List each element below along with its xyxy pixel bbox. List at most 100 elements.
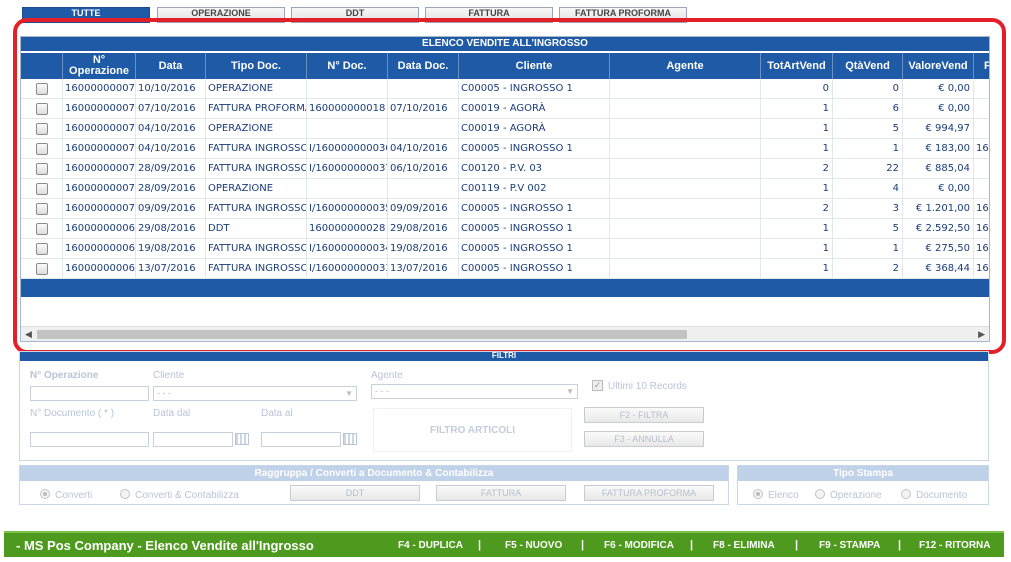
calendar-icon[interactable] xyxy=(235,433,249,445)
cell-n-doc: I/160000000035 xyxy=(306,199,387,219)
table-row[interactable]: 160000000073 04/10/2016 FATTURA INGROSSO… xyxy=(21,139,989,159)
col-n-doc[interactable]: N° Doc. xyxy=(306,53,387,79)
row-checkbox[interactable] xyxy=(36,103,48,115)
scroll-left-icon[interactable]: ◀ xyxy=(25,329,32,340)
col-qtavend[interactable]: QtàVend xyxy=(832,53,902,79)
row-checkbox[interactable] xyxy=(36,203,48,215)
row-checkbox[interactable] xyxy=(36,263,48,275)
filtra-button[interactable]: F2 - FILTRA xyxy=(584,407,704,423)
cell-tipo-doc: FATTURA INGROSSO xyxy=(205,259,306,279)
converti-contabilizza-radio[interactable] xyxy=(120,489,130,499)
col-totartvend[interactable]: TotArtVend xyxy=(760,53,832,79)
col-n-operazione[interactable]: N° Operazione xyxy=(62,53,135,79)
table-row[interactable]: 160000000072 28/09/2016 FATTURA INGROSSO… xyxy=(21,159,989,179)
calendar-icon[interactable] xyxy=(343,433,357,445)
row-checkbox[interactable] xyxy=(36,243,48,255)
sales-grid: ELENCO VENDITE ALL'INGROSSO N° Operazion… xyxy=(20,36,990,342)
ultimi-10-label: Ultimi 10 Records xyxy=(608,381,687,392)
col-p[interactable]: P xyxy=(973,53,989,79)
col-tipo-doc[interactable]: Tipo Doc. xyxy=(205,53,306,79)
col-valorevend[interactable]: ValoreVend xyxy=(902,53,973,79)
elimina-key[interactable]: F8 - ELIMINA xyxy=(713,540,775,551)
table-row[interactable]: 160000000076 07/10/2016 FATTURA PROFORMA… xyxy=(21,99,989,119)
cell-data-doc: 29/08/2016 xyxy=(387,219,458,239)
nuovo-key[interactable]: F5 - NUOVO xyxy=(505,540,562,551)
row-checkbox[interactable] xyxy=(36,123,48,135)
row-checkbox[interactable] xyxy=(36,83,48,95)
agente-select[interactable]: - - - ▼ xyxy=(371,384,578,399)
tab-operazione[interactable]: OPERAZIONE xyxy=(157,7,285,23)
data-dal-input[interactable] xyxy=(153,432,233,447)
cell-data-doc xyxy=(387,119,458,139)
converti-radio[interactable] xyxy=(40,489,50,499)
duplica-key[interactable]: F4 - DUPLICA xyxy=(398,540,463,551)
separator: | xyxy=(690,539,694,551)
annulla-button[interactable]: F3 - ANNULLA xyxy=(584,431,704,447)
tab-fattura[interactable]: FATTURA xyxy=(425,7,553,23)
chevron-down-icon: ▼ xyxy=(566,387,574,396)
cell-qtavend: 1 xyxy=(832,139,902,159)
fattura-proforma-button[interactable]: FATTURA PROFORMA xyxy=(584,485,714,501)
scrollbar-thumb[interactable] xyxy=(37,330,687,339)
cell-n-doc: I/160000000037 xyxy=(306,159,387,179)
col-cliente[interactable]: Cliente xyxy=(458,53,609,79)
cell-data: 07/10/2016 xyxy=(135,99,205,119)
col-data-doc[interactable]: Data Doc. xyxy=(387,53,458,79)
table-row[interactable]: 160000000069 29/08/2016 DDT 160000000028… xyxy=(21,219,989,239)
cell-valorevend: € 0,00 xyxy=(902,179,973,199)
stampa-key[interactable]: F9 - STAMPA xyxy=(819,540,880,551)
documento-radio[interactable] xyxy=(901,489,911,499)
cell-n-operazione: 160000000072 xyxy=(62,159,135,179)
ritorna-key[interactable]: F12 - RITORNA xyxy=(919,540,991,551)
cell-cliente: C00005 - INGROSSO 1 xyxy=(458,199,609,219)
ultimi-10-checkbox[interactable]: ✓ xyxy=(592,380,603,391)
cell-cliente: C00019 - AGORÀ xyxy=(458,99,609,119)
cell-cliente: C00005 - INGROSSO 1 xyxy=(458,139,609,159)
cell-totartvend: 2 xyxy=(760,199,832,219)
separator: | xyxy=(581,539,585,551)
cell-agente xyxy=(609,119,760,139)
operazione-radio[interactable] xyxy=(815,489,825,499)
cell-n-operazione: 160000000062 xyxy=(62,259,135,279)
cell-data: 28/09/2016 xyxy=(135,179,205,199)
horizontal-scrollbar[interactable]: ◀ ▶ xyxy=(21,326,989,341)
table-row[interactable]: 160000000075 04/10/2016 OPERAZIONE C0001… xyxy=(21,119,989,139)
row-checkbox[interactable] xyxy=(36,223,48,235)
cell-tipo-doc: DDT xyxy=(205,219,306,239)
grid-title: ELENCO VENDITE ALL'INGROSSO xyxy=(21,37,989,51)
cell-qtavend: 2 xyxy=(832,259,902,279)
separator: | xyxy=(478,539,482,551)
tab-fattura-proforma[interactable]: FATTURA PROFORMA xyxy=(559,7,687,23)
n-documento-input[interactable] xyxy=(30,432,149,447)
cell-p: 16 xyxy=(973,199,989,219)
n-operazione-input[interactable] xyxy=(30,386,149,401)
row-checkbox[interactable] xyxy=(36,143,48,155)
col-agente[interactable]: Agente xyxy=(609,53,760,79)
modifica-key[interactable]: F6 - MODIFICA xyxy=(604,540,674,551)
raggruppa-title: Raggruppa / Converti a Documento & Conta… xyxy=(20,466,728,481)
data-al-input[interactable] xyxy=(261,432,341,447)
cell-qtavend: 5 xyxy=(832,119,902,139)
cell-data: 10/10/2016 xyxy=(135,79,205,99)
elenco-radio[interactable] xyxy=(753,489,763,499)
scroll-right-icon[interactable]: ▶ xyxy=(978,329,985,340)
cell-p: 16 xyxy=(973,139,989,159)
table-row[interactable]: 160000000067 19/08/2016 FATTURA INGROSSO… xyxy=(21,239,989,259)
cliente-select[interactable]: - - - ▼ xyxy=(153,386,357,401)
table-row[interactable]: 160000000070 09/09/2016 FATTURA INGROSSO… xyxy=(21,199,989,219)
cell-p xyxy=(973,99,989,119)
table-row[interactable]: 160000000062 13/07/2016 FATTURA INGROSSO… xyxy=(21,259,989,279)
cell-cliente: C00119 - P.V 002 xyxy=(458,179,609,199)
table-row[interactable]: 160000000077 10/10/2016 OPERAZIONE C0000… xyxy=(21,79,989,99)
cell-cliente: C00005 - INGROSSO 1 xyxy=(458,239,609,259)
row-checkbox[interactable] xyxy=(36,163,48,175)
ddt-button[interactable]: DDT xyxy=(290,485,420,501)
table-row[interactable]: 160000000071 28/09/2016 OPERAZIONE C0011… xyxy=(21,179,989,199)
tab-tutte[interactable]: TUTTE xyxy=(22,7,150,23)
col-data[interactable]: Data xyxy=(135,53,205,79)
tab-ddt[interactable]: DDT xyxy=(291,7,419,23)
fattura-button[interactable]: FATTURA xyxy=(436,485,566,501)
filtro-articoli-button[interactable]: FILTRO ARTICOLI xyxy=(373,408,572,452)
cell-qtavend: 1 xyxy=(832,239,902,259)
row-checkbox[interactable] xyxy=(36,183,48,195)
